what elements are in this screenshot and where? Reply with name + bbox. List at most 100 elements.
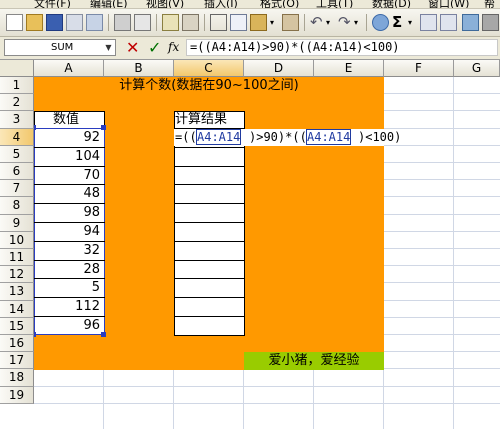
menu-file[interactable]: 文件(F) (34, 0, 71, 8)
spelling-icon[interactable] (162, 14, 179, 31)
row-header-4[interactable]: 4 (0, 128, 34, 146)
row-header-5[interactable]: 5 (0, 145, 34, 163)
sort-ascending-icon[interactable] (420, 14, 437, 31)
print-preview-icon[interactable] (134, 14, 151, 31)
menu-edit[interactable]: 编辑(E) (90, 0, 128, 8)
permission-icon[interactable] (66, 14, 83, 31)
menu-insert[interactable]: 插入(I) (204, 0, 238, 8)
menu-view[interactable]: 视图(V) (146, 0, 184, 8)
enter-icon[interactable]: ✓ (148, 37, 161, 58)
research-icon[interactable] (182, 14, 199, 31)
paste-icon[interactable] (250, 14, 267, 31)
row-header-9[interactable]: 9 (0, 214, 34, 232)
email-icon[interactable] (86, 14, 103, 31)
autosum-icon[interactable]: Σ (392, 14, 409, 31)
row-header-1[interactable]: 1 (0, 77, 34, 95)
save-icon[interactable] (46, 14, 63, 31)
column-header-e[interactable]: E (314, 60, 384, 77)
menu-window[interactable]: 窗口(W) (428, 0, 469, 8)
copy-icon[interactable] (230, 14, 247, 31)
row-header-2[interactable]: 2 (0, 94, 34, 112)
drawing-icon[interactable] (482, 14, 499, 31)
hyperlink-icon[interactable] (372, 14, 389, 31)
range-handle-icon[interactable] (101, 125, 106, 130)
chevron-down-icon[interactable]: ▼ (103, 41, 114, 54)
column-header-f[interactable]: F (384, 60, 454, 77)
value-cell[interactable]: 92 (34, 128, 100, 147)
autosum-dropdown-icon[interactable]: ▾ (408, 14, 416, 31)
value-cell[interactable]: 5 (34, 278, 100, 297)
format-painter-icon[interactable] (282, 14, 299, 31)
result-cell[interactable] (174, 165, 245, 186)
row-header-19[interactable]: 19 (0, 386, 34, 404)
range-handle-icon[interactable] (34, 125, 36, 130)
row-header-18[interactable]: 18 (0, 369, 34, 387)
name-box[interactable]: SUM ▼ (4, 39, 116, 56)
result-cell[interactable] (174, 259, 245, 280)
row-header-8[interactable]: 8 (0, 197, 34, 215)
row-header-7[interactable]: 7 (0, 180, 34, 198)
redo-icon[interactable]: ↷ (338, 14, 355, 31)
range-handle-icon[interactable] (101, 332, 106, 337)
column-header-b[interactable]: B (104, 60, 174, 77)
result-cell[interactable] (174, 184, 245, 205)
result-cell[interactable] (174, 316, 245, 336)
row-header-16[interactable]: 16 (0, 335, 34, 353)
select-all-corner[interactable] (0, 60, 34, 77)
open-icon[interactable] (26, 14, 43, 31)
result-cell[interactable] (174, 222, 245, 242)
row-header-12[interactable]: 12 (0, 266, 34, 284)
result-cell[interactable] (174, 146, 245, 167)
result-cell[interactable] (174, 203, 245, 223)
row-header-10[interactable]: 10 (0, 231, 34, 249)
cell-c3[interactable]: 计算结果 (174, 111, 245, 129)
menu-format[interactable]: 格式(O) (260, 0, 299, 8)
result-cell[interactable] (174, 240, 245, 261)
value-cell[interactable]: 96 (34, 316, 100, 335)
insert-function-icon[interactable]: fx (168, 37, 179, 58)
range-handle-icon[interactable] (34, 332, 36, 337)
row-header-11[interactable]: 11 (0, 249, 34, 267)
row-header-6[interactable]: 6 (0, 163, 34, 181)
cut-icon[interactable] (210, 14, 227, 31)
value-cell[interactable]: 104 (34, 147, 100, 166)
menu-data[interactable]: 数据(D) (372, 0, 411, 8)
value-cell[interactable]: 98 (34, 203, 100, 222)
row-header-13[interactable]: 13 (0, 283, 34, 301)
value-cell[interactable]: 48 (34, 184, 100, 203)
paste-dropdown-icon[interactable]: ▾ (270, 14, 278, 31)
formula-input[interactable]: =((A4:A14)>90)*((A4:A14)<100) (186, 39, 498, 56)
column-header-a[interactable]: A (34, 60, 104, 77)
row-header-14[interactable]: 14 (0, 300, 34, 318)
header-result: 计算结果 (175, 112, 228, 127)
undo-dropdown-icon[interactable]: ▾ (326, 14, 334, 31)
row-header-3[interactable]: 3 (0, 111, 34, 129)
cell-a3[interactable]: 数值 (34, 111, 105, 129)
value-cell[interactable]: 70 (34, 166, 100, 185)
value-cell[interactable]: 32 (34, 241, 100, 260)
menu-help[interactable]: 帮 (484, 0, 495, 8)
sort-descending-icon[interactable] (440, 14, 457, 31)
row-header-17[interactable]: 17 (0, 352, 34, 370)
result-cell[interactable] (174, 278, 245, 299)
new-icon[interactable] (6, 14, 23, 31)
cell-edit-overlay[interactable]: =(( A4:A14 )>90)*(( A4:A14 )<100) (174, 129, 401, 146)
menu-tools[interactable]: 工具(T) (316, 0, 353, 8)
undo-icon[interactable]: ↶ (310, 14, 327, 31)
chart-wizard-icon[interactable] (462, 14, 479, 31)
column-header-d[interactable]: D (244, 60, 314, 77)
result-cell[interactable] (174, 297, 245, 317)
menu-bar: 文件(F) 编辑(E) 视图(V) 插入(I) 格式(O) 工具(T) 数据(D… (0, 0, 500, 9)
redo-dropdown-icon[interactable]: ▾ (354, 14, 362, 31)
cancel-icon[interactable]: ✕ (126, 37, 139, 58)
orange-band-row-16 (34, 352, 244, 370)
value-cell[interactable]: 28 (34, 260, 100, 279)
value-cell[interactable]: 112 (34, 297, 100, 316)
value-cell[interactable]: 94 (34, 222, 100, 241)
column-header-c[interactable]: C (174, 60, 244, 77)
column-header-g[interactable]: G (454, 60, 500, 77)
toolbar-separator (204, 14, 205, 31)
row-header-15[interactable]: 15 (0, 317, 34, 335)
worksheet-grid[interactable]: 计算个数(数据在90~100之间) 数值 92 104 70 48 98 94 32 28 5 1… (34, 77, 500, 429)
print-icon[interactable] (114, 14, 131, 31)
